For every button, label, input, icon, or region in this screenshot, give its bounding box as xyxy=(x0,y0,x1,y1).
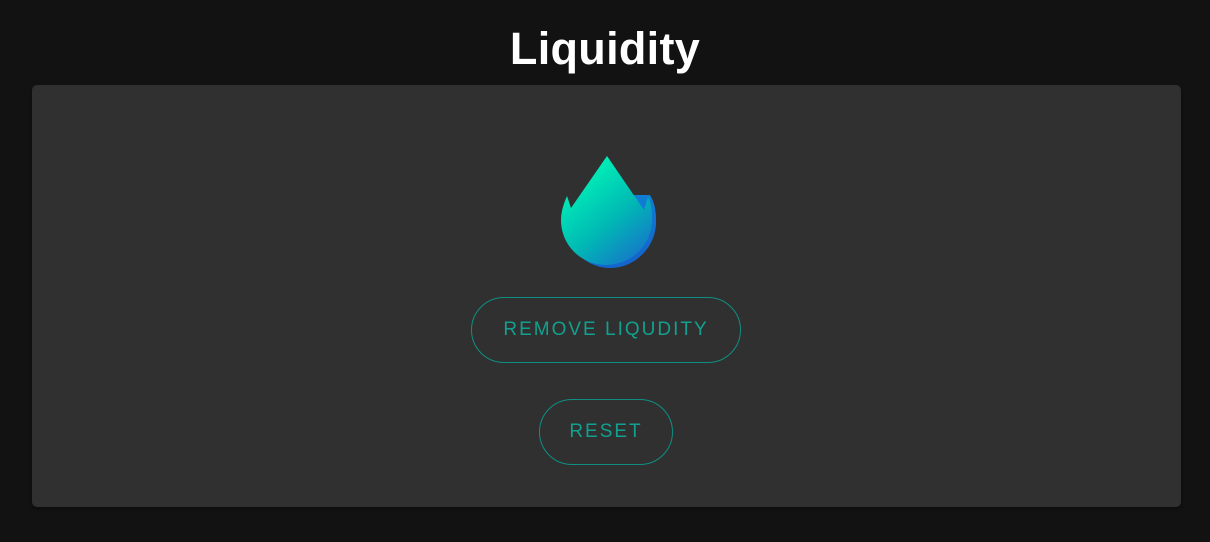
liquidity-drop-icon xyxy=(561,156,656,268)
liquidity-card: REMOVE LIQUDITY RESET xyxy=(32,85,1181,507)
reset-button[interactable]: RESET xyxy=(539,399,673,465)
remove-liquidity-button[interactable]: REMOVE LIQUDITY xyxy=(471,297,741,363)
page-title: Liquidity xyxy=(509,23,701,74)
liquidity-page: Liquidity REMOVE LIQUDITY RESET xyxy=(0,0,1210,542)
drop-front-shape xyxy=(561,156,652,265)
